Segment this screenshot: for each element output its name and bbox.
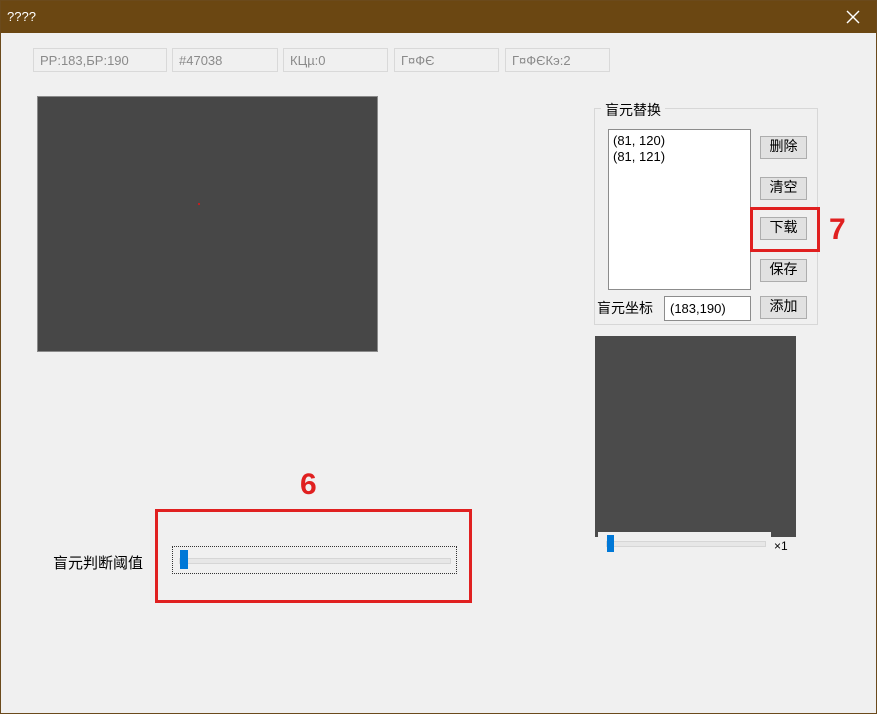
delete-button[interactable]: 删除 — [760, 136, 807, 159]
coord-input[interactable]: (183,190) — [664, 296, 751, 321]
zoom-level-label: ×1 — [774, 539, 788, 553]
title-bar: ???? — [1, 1, 876, 33]
coord-label: 盲元坐标 — [597, 301, 653, 317]
zoom-slider-track — [606, 541, 766, 547]
image-preview[interactable] — [37, 96, 378, 352]
status-field-value: КЦµ:0 — [283, 48, 388, 72]
threshold-label: 盲元判断阈值 — [53, 554, 144, 572]
zoom-preview — [595, 336, 796, 537]
save-button[interactable]: 保存 — [760, 259, 807, 282]
window-title: ???? — [7, 9, 36, 24]
annotation-number-7: 7 — [829, 213, 846, 246]
zoom-slider[interactable] — [598, 532, 771, 554]
blind-pixel-list[interactable]: (81, 120) (81, 121) — [608, 129, 751, 290]
annotation-box-7 — [750, 207, 820, 252]
blind-pixel-marker — [198, 203, 200, 205]
replace-group-title: 盲元替换 — [601, 100, 665, 120]
status-field-position: PP:183,БP:190 — [33, 48, 167, 72]
close-icon — [846, 10, 860, 24]
clear-button[interactable]: 清空 — [760, 177, 807, 200]
annotation-box-6 — [155, 509, 472, 603]
app-window: ???? PP:183,БP:190 #47038 КЦµ:0 Г¤ФЄ Г¤Ф… — [0, 0, 877, 714]
status-field-blind: Г¤ФЄ — [394, 48, 499, 72]
close-button[interactable] — [830, 1, 876, 33]
status-field-id: #47038 — [172, 48, 278, 72]
zoom-slider-thumb[interactable] — [607, 535, 614, 552]
status-field-blind-count: Г¤ФЄКэ:2 — [505, 48, 610, 72]
list-item[interactable]: (81, 120) — [613, 133, 746, 149]
list-item[interactable]: (81, 121) — [613, 149, 746, 165]
add-button[interactable]: 添加 — [760, 296, 807, 319]
annotation-number-6: 6 — [300, 468, 317, 501]
